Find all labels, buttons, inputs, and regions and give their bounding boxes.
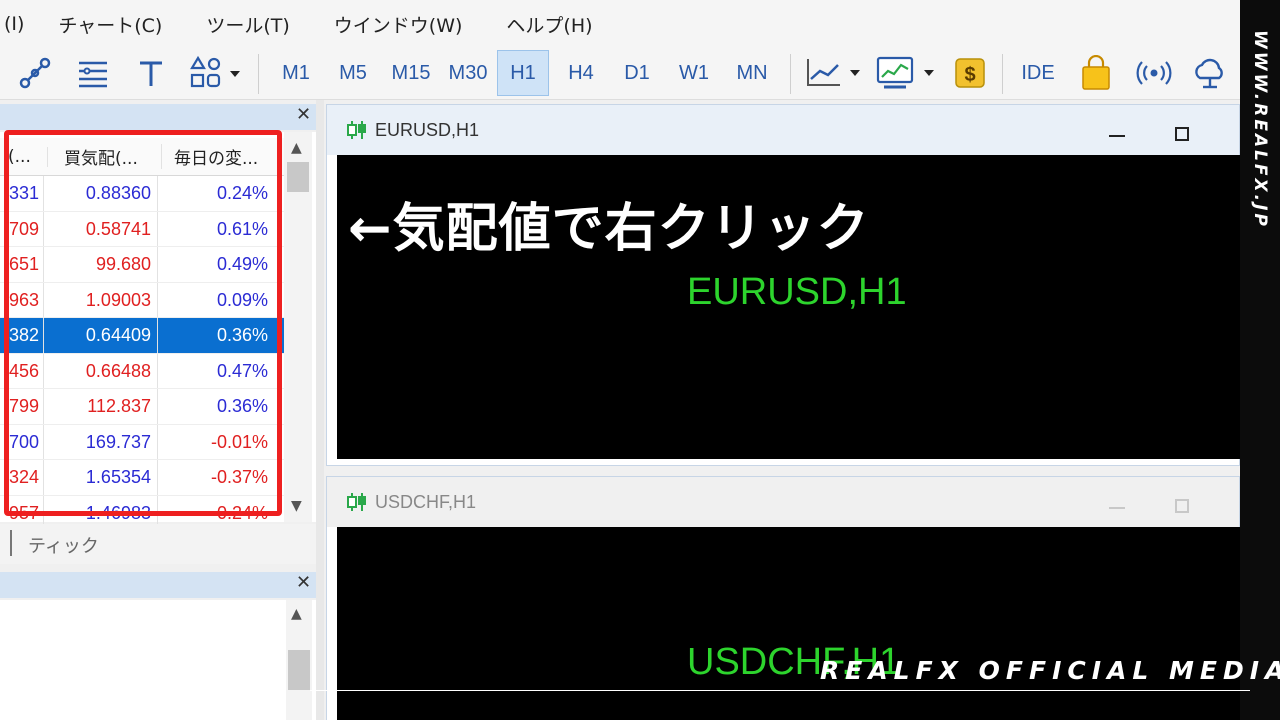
scroll-down-icon[interactable]: ▼ <box>291 498 302 514</box>
site-watermark: WWW.REALFX.JP <box>1240 30 1280 230</box>
ide-button[interactable]: IDE <box>1014 50 1062 96</box>
navigator-scroll-up-icon[interactable]: ▲ <box>291 606 302 622</box>
toolbar: M1 M5 M15 M30 H1 H4 D1 W1 MN $ IDE <box>0 48 1240 100</box>
menu-item-charts[interactable]: チャート(C) <box>58 11 162 38</box>
chart-symbol-label: EURUSD,H1 <box>687 271 907 313</box>
panel-splitter[interactable] <box>316 100 324 720</box>
menu-item-window[interactable]: ウインドウ(W) <box>334 11 463 38</box>
chart-area[interactable]: USDCHF,H1 <box>337 527 1241 720</box>
timeframe-mn[interactable]: MN <box>726 50 778 96</box>
tab-divider <box>10 530 12 556</box>
menu-bar: (I) チャート(C) ツール(T) ウインドウ(W) ヘルプ(H) <box>0 0 1240 48</box>
market-bag-icon[interactable] <box>1074 50 1118 96</box>
menu-item-insert[interactable]: (I) <box>4 13 24 35</box>
site-watermark-text: WWW.REALFX.JP <box>1250 30 1270 229</box>
scroll-up-icon[interactable]: ▲ <box>291 140 302 156</box>
timeframe-m15[interactable]: M15 <box>384 50 438 96</box>
minimize-icon[interactable] <box>1109 507 1125 509</box>
fibonacci-tool-icon[interactable] <box>72 50 114 96</box>
timeframe-d1[interactable]: D1 <box>612 50 662 96</box>
menu-item-tools[interactable]: ツール(T) <box>206 11 289 38</box>
timeframe-w1[interactable]: W1 <box>668 50 720 96</box>
timeframe-h1[interactable]: H1 <box>497 50 549 96</box>
timeframe-m1[interactable]: M1 <box>272 50 320 96</box>
market-watch-close-icon[interactable]: ✕ <box>296 104 311 125</box>
chart-window-title: USDCHF,H1 <box>375 492 477 512</box>
shapes-tool-icon[interactable] <box>182 50 246 96</box>
candlestick-icon <box>347 493 366 511</box>
scrollbar-thumb[interactable] <box>287 162 309 192</box>
candlestick-icon <box>347 121 366 139</box>
market-watch-titlebar <box>0 104 316 130</box>
dollar-icon[interactable]: $ <box>948 50 992 96</box>
annotation-text: ←気配値で右クリック <box>348 199 870 259</box>
cloud-icon[interactable] <box>1188 50 1232 96</box>
chart-type-icon[interactable] <box>800 50 866 96</box>
maximize-icon[interactable] <box>1175 499 1189 513</box>
navigator-close-icon[interactable]: ✕ <box>296 572 311 593</box>
media-watermark: REALFX OFFICIAL MEDIA <box>820 656 1280 685</box>
navigator-titlebar <box>0 572 316 598</box>
minimize-icon[interactable] <box>1109 135 1125 137</box>
text-tool-icon[interactable] <box>130 50 172 96</box>
navigator-scrollbar-thumb[interactable] <box>288 650 310 690</box>
chart-window-eurusd[interactable]: EURUSD,H1 EURUSD,H1 <box>326 104 1241 466</box>
chart-window-title: EURUSD,H1 <box>375 120 480 140</box>
svg-text:$: $ <box>964 64 975 86</box>
chart-window-titlebar[interactable]: EURUSD,H1 <box>327 105 1239 155</box>
timeframe-h4[interactable]: H4 <box>556 50 606 96</box>
maximize-icon[interactable] <box>1175 127 1189 141</box>
signals-icon[interactable] <box>1130 50 1178 96</box>
highlight-box <box>4 130 282 516</box>
timeframe-m5[interactable]: M5 <box>328 50 378 96</box>
tab-tick[interactable]: ティック <box>28 532 99 558</box>
watermark-underline <box>310 690 1250 691</box>
timeframe-m30[interactable]: M30 <box>442 50 494 96</box>
menu-item-help[interactable]: ヘルプ(H) <box>506 11 592 38</box>
trendline-tool-icon[interactable] <box>14 50 56 96</box>
navigator-panel <box>0 600 316 720</box>
chart-window-titlebar[interactable]: USDCHF,H1 <box>327 477 1239 527</box>
indicators-icon[interactable] <box>872 50 938 96</box>
